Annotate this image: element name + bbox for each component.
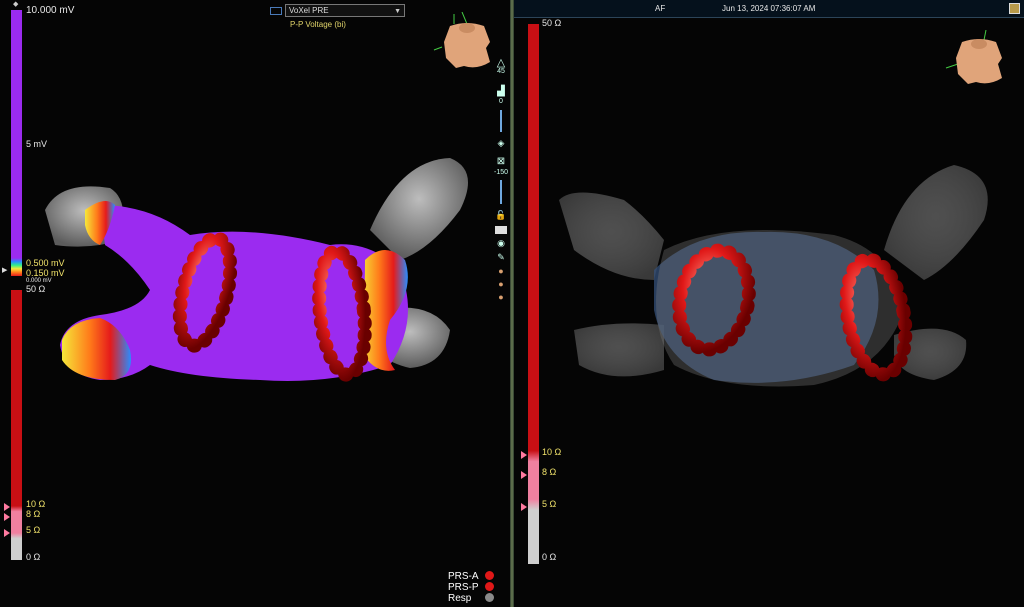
impedance-10-label: 10 Ω bbox=[26, 499, 46, 509]
view-select[interactable]: VoXel PRE ▼ bbox=[285, 4, 405, 17]
voltage-max-label: 10.000 mV bbox=[26, 5, 75, 16]
eye-icon[interactable]: ◉ bbox=[494, 238, 508, 249]
left-map-view[interactable]: 10.000 mV 5 mV 0.500 mV 0.150 mV 0.000 m… bbox=[0, 0, 510, 607]
view-select-value: VoXel PRE bbox=[289, 6, 329, 15]
window-menu-button[interactable] bbox=[1009, 3, 1020, 14]
depth-slider[interactable] bbox=[500, 180, 502, 204]
voltage-color-bar[interactable] bbox=[11, 10, 22, 265]
impedance-color-bar[interactable] bbox=[528, 24, 539, 564]
impedance-color-bar[interactable] bbox=[11, 290, 22, 560]
orientation-torso-icon[interactable] bbox=[432, 12, 502, 74]
view-select-icon bbox=[270, 7, 282, 15]
impedance-5-label: 5 Ω bbox=[26, 525, 41, 535]
impedance-marker-5[interactable] bbox=[521, 503, 527, 511]
impedance-8-label: 8 Ω bbox=[26, 509, 41, 519]
impedance-marker-8[interactable] bbox=[521, 471, 527, 479]
gray-dot-icon bbox=[485, 593, 495, 602]
impedance-min-label: 0 Ω bbox=[542, 552, 557, 562]
opacity-slider[interactable] bbox=[500, 110, 502, 132]
depth-value: -150 bbox=[494, 169, 509, 176]
impedance-min-label: 0 Ω bbox=[26, 552, 41, 562]
chevron-down-icon: ▼ bbox=[394, 8, 401, 15]
catheter-icon[interactable]: ✎ bbox=[494, 252, 508, 263]
right-map-view[interactable]: AF Jun 13, 2024 07:36:07 AM 50 Ω 10 Ω 8 … bbox=[514, 0, 1024, 607]
legend-label: PRS-A bbox=[448, 571, 479, 582]
legend-label: Resp bbox=[448, 593, 472, 604]
threshold-arrow-icon[interactable]: ▶ bbox=[2, 266, 7, 274]
lock-icon[interactable]: 🔓 bbox=[494, 210, 508, 221]
impedance-10-label: 10 Ω bbox=[542, 447, 562, 457]
legend-prs-a[interactable]: PRS-A bbox=[448, 571, 494, 582]
voltage-marker-icon[interactable]: ◆ bbox=[13, 0, 18, 8]
voltage-mid-label: 5 mV bbox=[26, 139, 48, 149]
impedance-marker-10[interactable] bbox=[4, 503, 10, 511]
impedance-marker-5[interactable] bbox=[4, 529, 10, 537]
red-dot-icon bbox=[484, 582, 494, 591]
view-right-icon[interactable]: ● bbox=[494, 292, 508, 302]
rhythm-label: AF bbox=[655, 4, 666, 13]
legend-label: PRS-P bbox=[448, 582, 479, 593]
impedance-8-label: 8 Ω bbox=[542, 467, 557, 477]
voltage-anatomy-map[interactable] bbox=[40, 150, 490, 390]
impedance-max-label: 50 Ω bbox=[542, 18, 562, 28]
status-bar: AF Jun 13, 2024 07:36:07 AM bbox=[514, 0, 1024, 18]
map-type-label: P-P Voltage (bi) bbox=[290, 20, 346, 29]
light-icon[interactable]: ◈ bbox=[494, 138, 508, 149]
opacity-icon[interactable]: ▟ bbox=[494, 86, 508, 97]
legend-resp[interactable]: Resp bbox=[448, 593, 495, 604]
orientation-torso-icon[interactable] bbox=[944, 30, 1014, 90]
red-dot-icon bbox=[484, 571, 494, 580]
brightness-value: 45 bbox=[497, 68, 505, 75]
view-front-icon[interactable]: ● bbox=[494, 266, 508, 276]
clip-plane-icon[interactable]: ⊠ bbox=[494, 156, 508, 167]
panel-toggle-icon[interactable] bbox=[495, 226, 507, 234]
datetime-label: Jun 13, 2024 07:36:07 AM bbox=[722, 4, 816, 13]
impedance-anatomy-map[interactable] bbox=[554, 160, 1004, 400]
opacity-value: 0 bbox=[499, 98, 503, 105]
impedance-marker-8[interactable] bbox=[4, 513, 10, 521]
legend-prs-p[interactable]: PRS-P bbox=[448, 582, 494, 593]
voltage-threshold-band bbox=[11, 258, 22, 276]
view-left-icon[interactable]: ● bbox=[494, 279, 508, 289]
impedance-5-label: 5 Ω bbox=[542, 499, 557, 509]
impedance-marker-10[interactable] bbox=[521, 451, 527, 459]
